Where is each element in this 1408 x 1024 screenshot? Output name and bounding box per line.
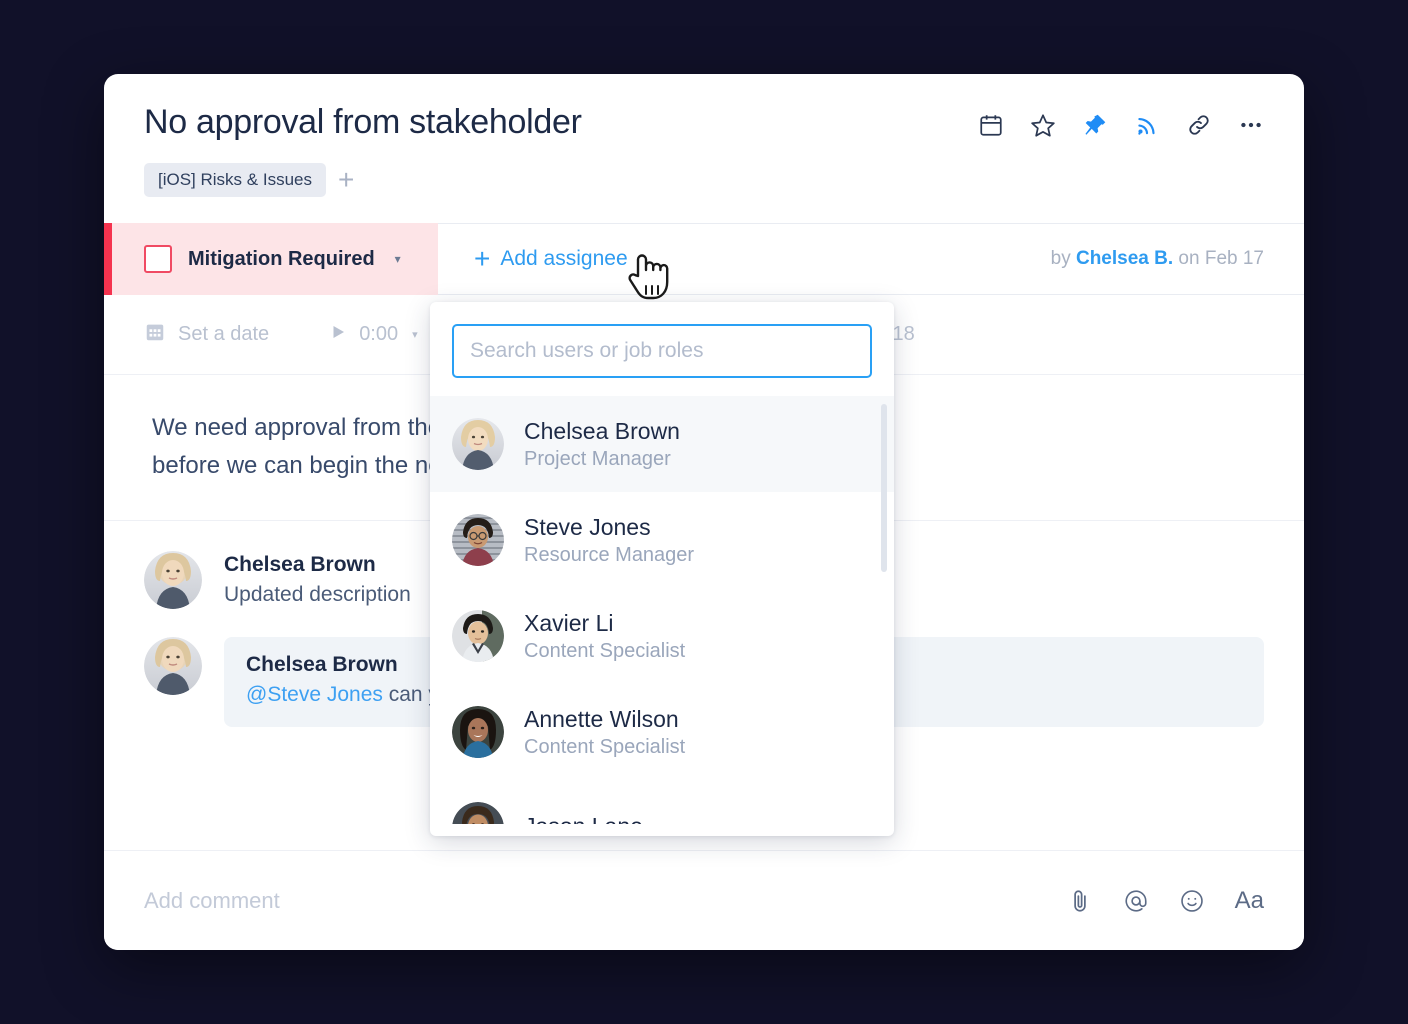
avatar [452, 802, 504, 824]
add-assignee-label: Add assignee [500, 247, 628, 271]
user-name: Annette Wilson [524, 705, 679, 732]
list-item[interactable]: Annette Wilson Content Specialist [430, 684, 894, 780]
timer-button[interactable]: 0:00 ▾ [329, 323, 418, 347]
avatar [144, 550, 202, 609]
plus-icon: + [474, 243, 491, 275]
user-role: Project Manager [524, 448, 671, 471]
byline-suffix: on Feb 17 [1178, 248, 1264, 270]
pin-icon[interactable] [1082, 112, 1108, 138]
search-input[interactable] [452, 324, 872, 378]
share-count: 18 [892, 323, 915, 346]
byline-user[interactable]: Chelsea B. [1076, 248, 1173, 269]
status-bar: Mitigation Required ▾ + Add assignee by … [104, 223, 1304, 296]
page-title: No approval from stakeholder [144, 103, 582, 141]
avatar [452, 514, 504, 566]
avatar [452, 418, 504, 470]
dropdown-search-wrap [430, 302, 894, 396]
header-icon-bar [978, 112, 1264, 138]
chevron-down-icon[interactable]: ▾ [412, 328, 418, 341]
mention-icon[interactable] [1123, 888, 1149, 914]
user-role: Content Specialist [524, 736, 686, 759]
byline-prefix: by [1050, 248, 1071, 270]
user-name: Steve Jones [524, 513, 651, 540]
avatar [452, 706, 504, 758]
activity-author: Chelsea Brown [224, 552, 376, 576]
status-label: Mitigation Required [188, 247, 375, 270]
calendar-icon[interactable] [978, 112, 1004, 138]
text-format-icon[interactable]: Aa [1235, 887, 1264, 915]
user-name: Jason Lane [524, 812, 643, 824]
set-date-label: Set a date [178, 323, 270, 346]
add-assignee-button[interactable]: + Add assignee [474, 245, 628, 273]
add-comment-input[interactable]: Add comment [144, 888, 280, 914]
list-item[interactable]: Steve Jones Resource Manager [430, 492, 894, 588]
play-icon [329, 323, 347, 347]
add-tag-icon[interactable]: + [338, 166, 354, 194]
tag-row: [iOS] Risks & Issues + [144, 163, 1264, 198]
composer-tools: Aa [1067, 887, 1264, 915]
follow-icon[interactable] [1134, 112, 1160, 138]
star-icon[interactable] [1030, 112, 1056, 138]
user-name: Xavier Li [524, 609, 614, 636]
activity-text: Updated description [224, 582, 411, 606]
link-icon[interactable] [1186, 112, 1212, 138]
list-item[interactable]: Xavier Li Content Specialist [430, 588, 894, 684]
app-background: No approval from stakeholder [iOS] Risks… [0, 0, 1408, 1024]
user-list: Chelsea Brown Project Manager Steve Jone… [430, 396, 894, 824]
mention-link[interactable]: @Steve Jones [246, 683, 383, 706]
comment-composer: Add comment Aa [104, 850, 1304, 950]
complete-checkbox[interactable] [144, 245, 172, 274]
avatar [144, 636, 202, 695]
card-header: No approval from stakeholder [iOS] Risks… [104, 74, 1304, 198]
set-date-button[interactable]: Set a date [144, 321, 269, 349]
user-name: Chelsea Brown [524, 417, 680, 444]
calendar-small-icon [144, 321, 166, 349]
byline: by Chelsea B. on Feb 17 [1051, 248, 1264, 270]
dropdown-scrollbar[interactable] [881, 404, 887, 572]
emoji-icon[interactable] [1179, 888, 1205, 914]
list-item[interactable]: Chelsea Brown Project Manager [430, 396, 894, 492]
timer-label: 0:00 [359, 323, 399, 346]
list-item[interactable]: Jason Lane [430, 780, 894, 824]
project-tag[interactable]: [iOS] Risks & Issues [144, 163, 326, 198]
user-role: Content Specialist [524, 640, 686, 663]
more-icon[interactable] [1238, 112, 1264, 138]
avatar [452, 610, 504, 662]
status-pill[interactable]: Mitigation Required ▾ [104, 223, 438, 296]
assignee-dropdown: Chelsea Brown Project Manager [430, 302, 894, 836]
chevron-down-icon[interactable]: ▾ [395, 252, 401, 266]
user-role: Resource Manager [524, 544, 695, 567]
attachment-icon[interactable] [1067, 888, 1093, 914]
